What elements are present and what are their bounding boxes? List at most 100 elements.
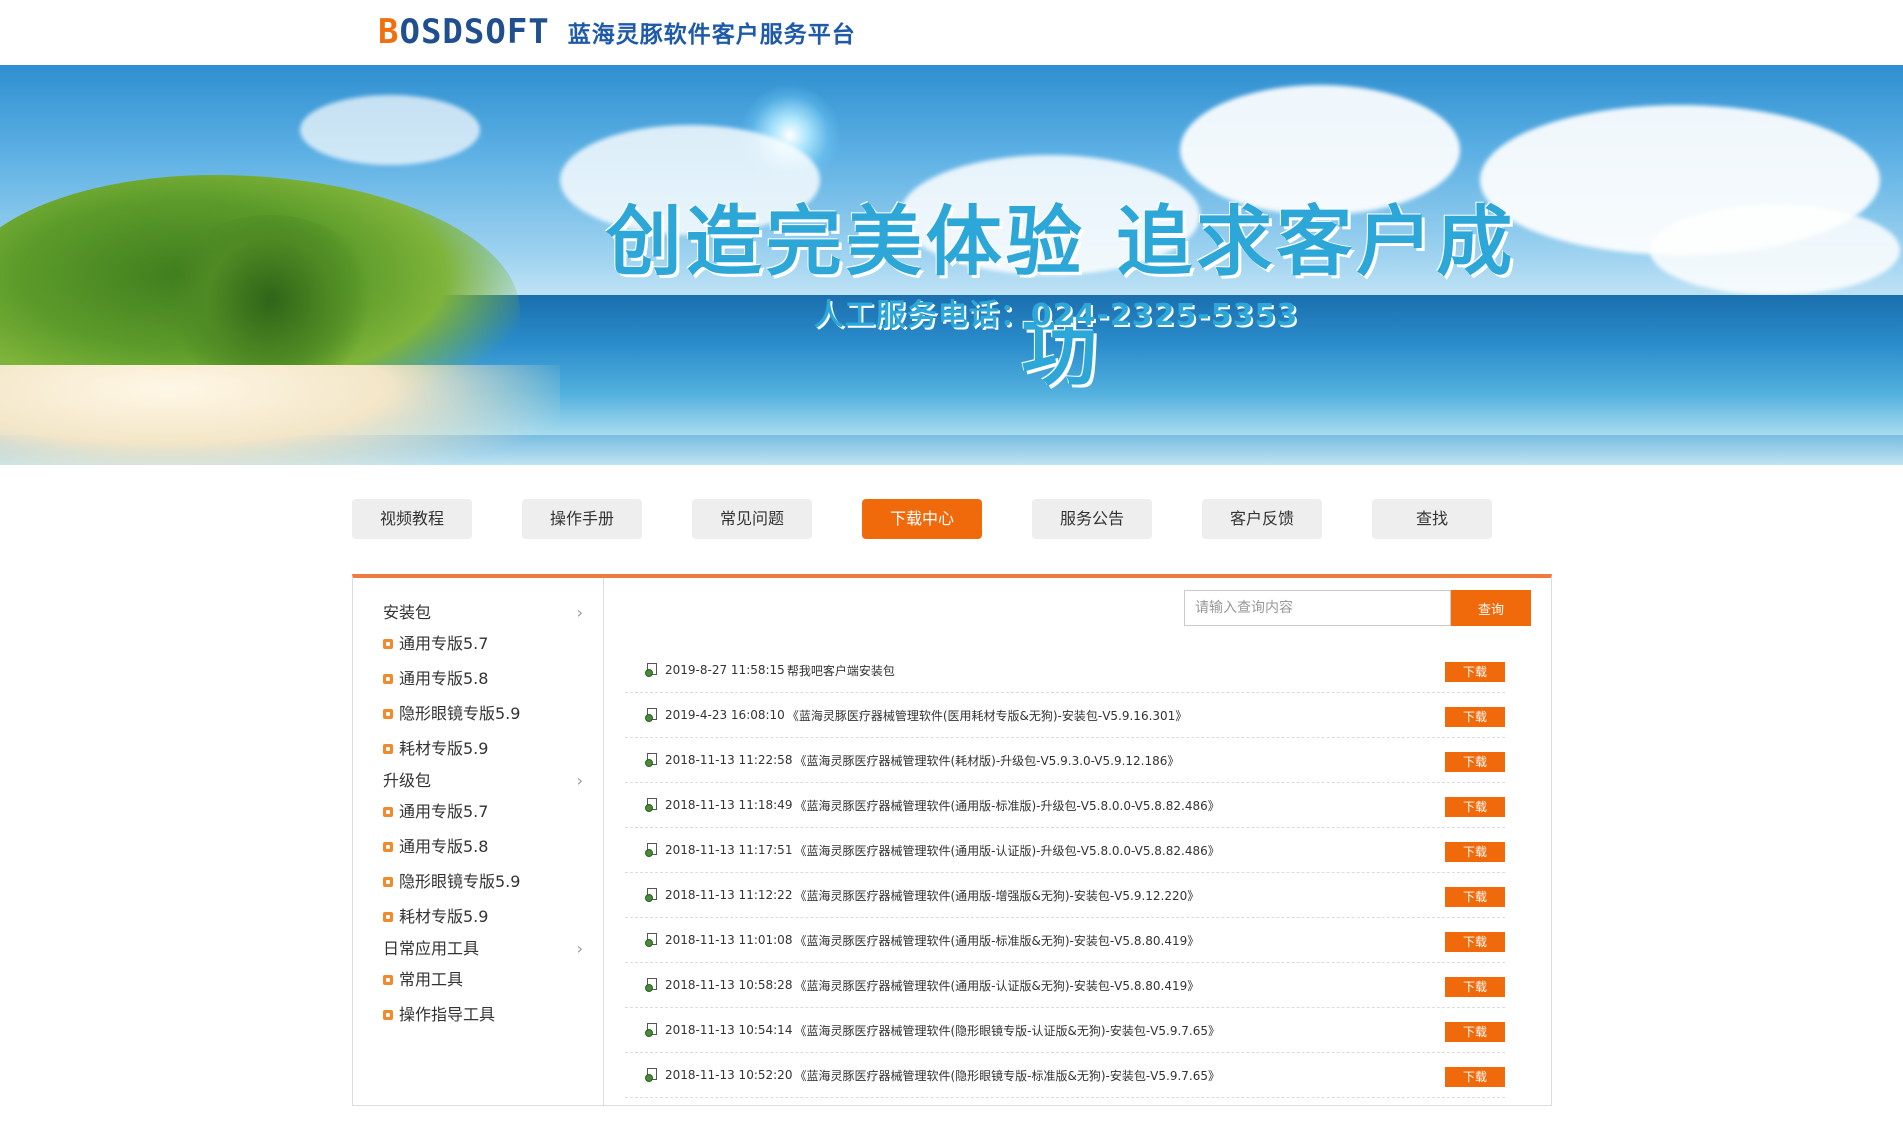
download-button[interactable]: 下载 <box>1445 797 1505 817</box>
file-name[interactable]: 帮我吧客户端安装包 <box>787 662 895 679</box>
chevron-right-icon: › <box>576 939 583 958</box>
file-date: 2019-4-23 16:08:10 <box>665 708 785 722</box>
file-row: 2018-11-13 11:17:51 《蓝海灵豚医疗器械管理软件(通用版-认证… <box>625 828 1505 873</box>
tab-video-tutorials[interactable]: 视频教程 <box>352 499 472 539</box>
download-button[interactable]: 下载 <box>1445 752 1505 772</box>
file-row: 2018-11-13 10:52:20 《蓝海灵豚医疗器械管理软件(隐形眼镜专版… <box>625 1053 1505 1098</box>
tab-manuals[interactable]: 操作手册 <box>522 499 642 539</box>
tab-announcements[interactable]: 服务公告 <box>1032 499 1152 539</box>
sidebar-item[interactable]: 通用专版5.8 <box>383 666 593 692</box>
brand-logo[interactable]: BOSDSOFT 蓝海灵豚软件客户服务平台 <box>378 14 856 50</box>
main-nav: 视频教程 操作手册 常见问题 下载中心 服务公告 客户反馈 查找 <box>352 499 1492 541</box>
file-icon <box>645 933 659 947</box>
cloud <box>300 95 480 165</box>
file-icon <box>645 708 659 722</box>
bullet-icon <box>383 639 393 649</box>
file-date: 2018-11-13 11:18:49 <box>665 798 793 812</box>
file-name[interactable]: 《蓝海灵豚医疗器械管理软件(通用版-认证版&无狗)-安装包-V5.8.80.41… <box>794 977 1199 994</box>
logo-wordmark: BOSDSOFT <box>378 12 550 52</box>
file-name[interactable]: 《蓝海灵豚医疗器械管理软件(通用版-认证版)-升级包-V5.8.0.0-V5.8… <box>794 842 1219 859</box>
bullet-icon <box>383 1010 393 1020</box>
file-icon <box>645 663 659 677</box>
chevron-right-icon: › <box>576 771 583 790</box>
bullet-icon <box>383 912 393 922</box>
download-button[interactable]: 下载 <box>1445 1022 1505 1042</box>
file-row: 2018-11-13 11:22:58 《蓝海灵豚医疗器械管理软件(耗材版)-升… <box>625 738 1505 783</box>
sidebar-item[interactable]: 通用专版5.7 <box>383 799 593 825</box>
category-daily-tools[interactable]: 日常应用工具 › <box>383 936 593 962</box>
search-input[interactable] <box>1184 590 1451 626</box>
tab-download-center[interactable]: 下载中心 <box>862 499 982 539</box>
file-date: 2018-11-13 10:58:28 <box>665 978 793 992</box>
cloud <box>1650 205 1900 295</box>
bullet-icon <box>383 709 393 719</box>
bullet-icon <box>383 807 393 817</box>
file-date: 2018-11-13 11:01:08 <box>665 933 793 947</box>
file-date: 2018-11-13 10:54:14 <box>665 1023 793 1037</box>
file-icon <box>645 843 659 857</box>
file-row: 2019-4-23 16:08:10 《蓝海灵豚医疗器械管理软件(医用耗材专版&… <box>625 693 1505 738</box>
file-date: 2018-11-13 10:52:20 <box>665 1068 793 1082</box>
tab-search[interactable]: 查找 <box>1372 499 1492 539</box>
sidebar-item[interactable]: 耗材专版5.9 <box>383 904 593 930</box>
file-name[interactable]: 《蓝海灵豚医疗器械管理软件(耗材版)-升级包-V5.9.3.0-V5.9.12.… <box>794 752 1179 769</box>
chevron-right-icon: › <box>576 603 583 622</box>
category-install-packages[interactable]: 安装包 › <box>383 600 593 626</box>
file-name[interactable]: 《蓝海灵豚医疗器械管理软件(隐形眼镜专版-认证版&无狗)-安装包-V5.9.7.… <box>794 1022 1220 1039</box>
file-date: 2018-11-13 11:12:22 <box>665 888 793 902</box>
category-label: 安装包 <box>383 603 432 622</box>
file-row: 2019-8-27 11:58:15 帮我吧客户端安装包 下载 <box>625 648 1505 693</box>
download-button[interactable]: 下载 <box>1445 842 1505 862</box>
sidebar-item[interactable]: 耗材专版5.9 <box>383 736 593 762</box>
bullet-icon <box>383 744 393 754</box>
download-button[interactable]: 下载 <box>1445 932 1505 952</box>
download-button[interactable]: 下载 <box>1445 707 1505 727</box>
bullet-icon <box>383 842 393 852</box>
file-row: 2018-11-13 11:18:49 《蓝海灵豚医疗器械管理软件(通用版-标准… <box>625 783 1505 828</box>
category-sidebar: 安装包 › 通用专版5.7 通用专版5.8 隐形眼镜专版5.9 耗材专版5.9 … <box>353 578 604 1106</box>
file-date: 2019-8-27 11:58:15 <box>665 663 785 677</box>
top-header: BOSDSOFT 蓝海灵豚软件客户服务平台 <box>0 0 1903 65</box>
category-upgrade-packages[interactable]: 升级包 › <box>383 768 593 794</box>
file-row: 2018-11-13 10:54:14 《蓝海灵豚医疗器械管理软件(隐形眼镜专版… <box>625 1008 1505 1053</box>
sidebar-item[interactable]: 通用专版5.7 <box>383 631 593 657</box>
sandy-beach <box>0 365 560 465</box>
sidebar-item[interactable]: 通用专版5.8 <box>383 834 593 860</box>
search-button[interactable]: 查询 <box>1451 590 1531 626</box>
file-list-panel: 查询 2019-8-27 11:58:15 帮我吧客户端安装包 下载 2019-… <box>605 578 1551 1106</box>
file-name[interactable]: 《蓝海灵豚医疗器械管理软件(医用耗材专版&无狗)-安装包-V5.9.16.301… <box>787 707 1187 724</box>
bullet-icon <box>383 674 393 684</box>
file-icon <box>645 978 659 992</box>
download-button[interactable]: 下载 <box>1445 1067 1505 1087</box>
file-icon <box>645 798 659 812</box>
file-date: 2018-11-13 11:17:51 <box>665 843 793 857</box>
palm-trees <box>160 215 380 385</box>
file-date: 2018-11-13 11:22:58 <box>665 753 793 767</box>
download-panel: 安装包 › 通用专版5.7 通用专版5.8 隐形眼镜专版5.9 耗材专版5.9 … <box>352 574 1552 1106</box>
file-row: 2018-11-13 11:12:22 《蓝海灵豚医疗器械管理软件(通用版-增强… <box>625 873 1505 918</box>
file-list: 2019-8-27 11:58:15 帮我吧客户端安装包 下载 2019-4-2… <box>625 648 1505 1098</box>
sidebar-item[interactable]: 操作指导工具 <box>383 1002 593 1028</box>
sidebar-item[interactable]: 常用工具 <box>383 967 593 993</box>
file-icon <box>645 753 659 767</box>
sidebar-item[interactable]: 隐形眼镜专版5.9 <box>383 869 593 895</box>
file-icon <box>645 1023 659 1037</box>
download-button[interactable]: 下载 <box>1445 887 1505 907</box>
category-label: 日常应用工具 <box>383 939 480 958</box>
platform-title: 蓝海灵豚软件客户服务平台 <box>567 22 856 48</box>
file-name[interactable]: 《蓝海灵豚医疗器械管理软件(通用版-增强版&无狗)-安装包-V5.9.12.22… <box>794 887 1199 904</box>
bullet-icon <box>383 877 393 887</box>
file-name[interactable]: 《蓝海灵豚医疗器械管理软件(通用版-标准版)-升级包-V5.8.0.0-V5.8… <box>794 797 1219 814</box>
download-button[interactable]: 下载 <box>1445 662 1505 682</box>
file-row: 2018-11-13 10:58:28 《蓝海灵豚医疗器械管理软件(通用版-认证… <box>625 963 1505 1008</box>
category-label: 升级包 <box>383 771 432 790</box>
download-button[interactable]: 下载 <box>1445 977 1505 997</box>
file-name[interactable]: 《蓝海灵豚医疗器械管理软件(隐形眼镜专版-标准版&无狗)-安装包-V5.9.7.… <box>794 1067 1220 1084</box>
file-icon <box>645 1068 659 1082</box>
banner-phone: 人工服务电话：024-2325-5353 <box>813 298 1299 333</box>
sidebar-item[interactable]: 隐形眼镜专版5.9 <box>383 701 593 727</box>
tab-faq[interactable]: 常见问题 <box>692 499 812 539</box>
file-name[interactable]: 《蓝海灵豚医疗器械管理软件(通用版-标准版&无狗)-安装包-V5.8.80.41… <box>794 932 1199 949</box>
file-icon <box>645 888 659 902</box>
tab-feedback[interactable]: 客户反馈 <box>1202 499 1322 539</box>
